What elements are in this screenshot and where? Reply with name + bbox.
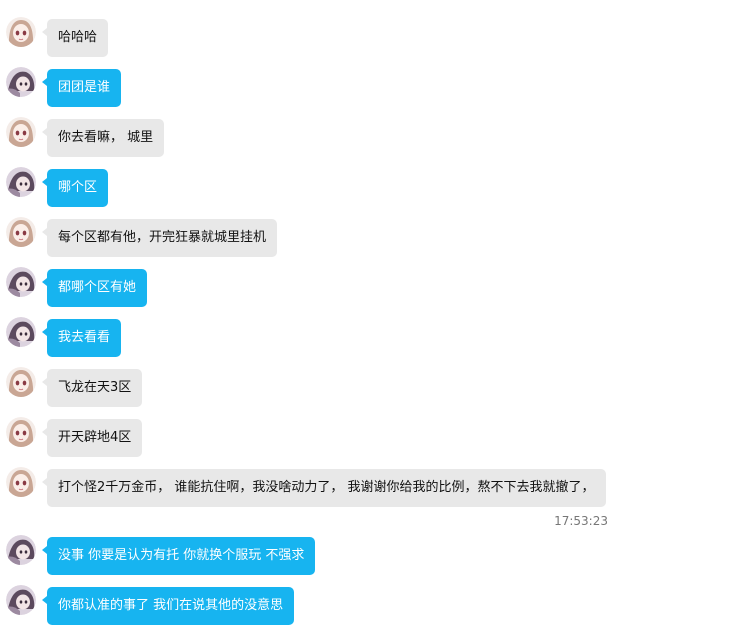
contact-avatar-image — [6, 417, 36, 447]
message-bubble[interactable]: 没事 你要是认为有托 你就换个服玩 不强求 — [41, 537, 316, 575]
message-bubble[interactable]: 你都认准的事了 我们在说其他的没意思 — [41, 587, 295, 625]
message-row-me: 没事 你要是认为有托 你就换个服玩 不强求 — [0, 535, 742, 577]
message-timestamp: 17:53:23 — [554, 514, 608, 528]
message-bubble[interactable]: 飞龙在天3区 — [41, 369, 143, 407]
user-avatar-image — [6, 67, 36, 97]
message-row-me: 你都认准的事了 我们在说其他的没意思 — [0, 585, 742, 627]
message-row-them: 打个怪2千万金币， 谁能抗住啊，我没啥动力了， 我谢谢你给我的比例，熬不下去我就… — [0, 467, 742, 509]
contact-avatar-image — [6, 117, 36, 147]
message-row-them: 每个区都有他，开完狂暴就城里挂机 — [0, 217, 742, 259]
contact-avatar[interactable] — [6, 17, 36, 47]
contact-avatar-image — [6, 367, 36, 397]
message-row-me: 我去看看 — [0, 317, 742, 359]
contact-avatar[interactable] — [6, 117, 36, 147]
chat-message-list: 哈哈哈 团团是谁 你去看嘛， 城里 哪个区 每个区都有他，开完狂暴就城里挂机 都… — [0, 0, 742, 632]
message-bubble[interactable]: 每个区都有他，开完狂暴就城里挂机 — [41, 219, 278, 257]
user-avatar-image — [6, 267, 36, 297]
message-bubble[interactable]: 你去看嘛， 城里 — [41, 119, 165, 157]
user-avatar[interactable] — [6, 317, 36, 347]
contact-avatar[interactable] — [6, 417, 36, 447]
message-row-me: 哪个区 — [0, 167, 742, 209]
message-bubble[interactable]: 哈哈哈 — [41, 19, 109, 57]
contact-avatar-image — [6, 217, 36, 247]
user-avatar-image — [6, 585, 36, 615]
message-row-them: 开天辟地4区 — [0, 417, 742, 459]
contact-avatar[interactable] — [6, 367, 36, 397]
user-avatar[interactable] — [6, 535, 36, 565]
contact-avatar[interactable] — [6, 217, 36, 247]
message-row-them: 飞龙在天3区 — [0, 367, 742, 409]
contact-avatar-image — [6, 17, 36, 47]
message-row-me: 团团是谁 — [0, 67, 742, 109]
message-row-them: 哈哈哈 — [0, 17, 742, 59]
user-avatar[interactable] — [6, 67, 36, 97]
user-avatar-image — [6, 167, 36, 197]
user-avatar-image — [6, 317, 36, 347]
user-avatar-image — [6, 535, 36, 565]
message-row-me: 都哪个区有她 — [0, 267, 742, 309]
user-avatar[interactable] — [6, 267, 36, 297]
message-bubble[interactable]: 都哪个区有她 — [41, 269, 148, 307]
message-bubble[interactable]: 打个怪2千万金币， 谁能抗住啊，我没啥动力了， 我谢谢你给我的比例，熬不下去我就… — [42, 469, 606, 507]
message-row-them: 你去看嘛， 城里 — [0, 117, 742, 159]
contact-avatar-image — [6, 467, 36, 497]
user-avatar[interactable] — [6, 585, 36, 615]
user-avatar[interactable] — [6, 167, 36, 197]
message-bubble[interactable]: 我去看看 — [41, 319, 122, 357]
contact-avatar[interactable] — [6, 467, 36, 497]
message-bubble[interactable]: 开天辟地4区 — [41, 419, 143, 457]
message-bubble[interactable]: 哪个区 — [41, 169, 109, 207]
message-bubble[interactable]: 团团是谁 — [41, 69, 122, 107]
